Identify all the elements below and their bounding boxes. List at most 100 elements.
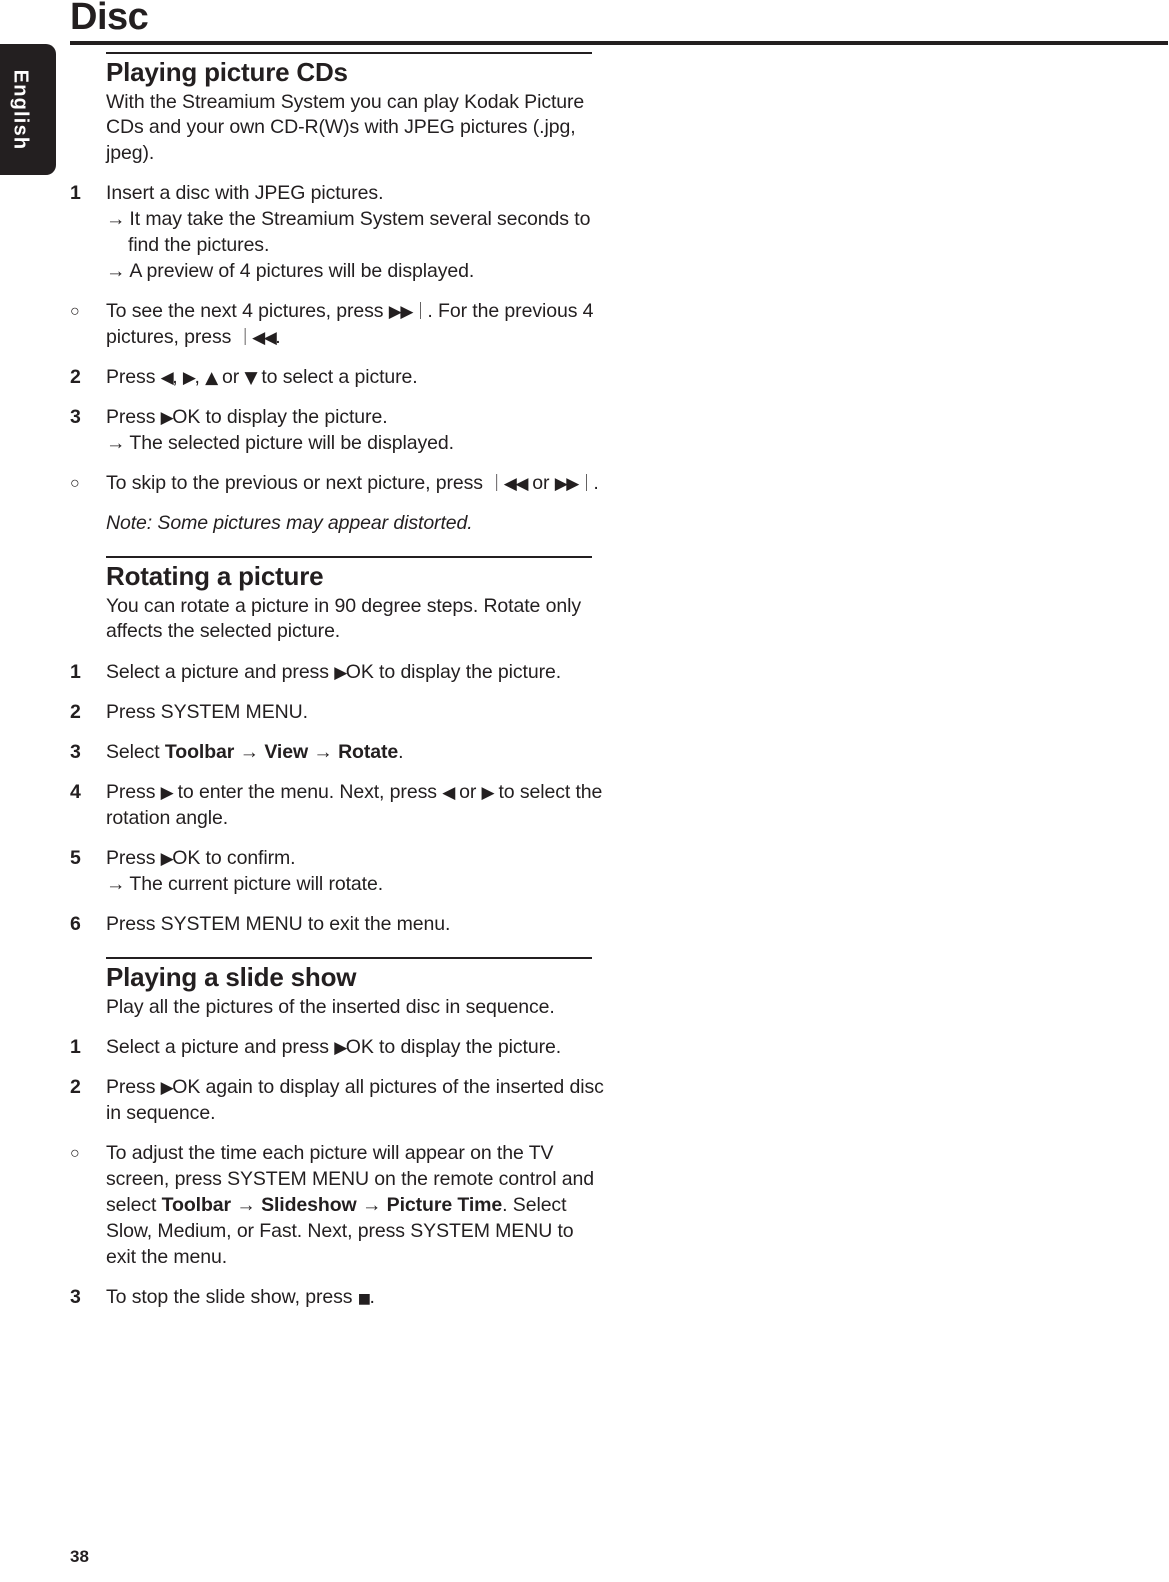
- text-run: OK again to display all pictures of the …: [106, 1076, 604, 1125]
- text-run: .: [369, 1286, 375, 1309]
- result-arrow-icon: →: [106, 260, 126, 283]
- step-text: To skip to the previous or next picture,…: [106, 470, 606, 496]
- text-run: to select a picture.: [256, 366, 418, 389]
- numbered-step: 1 Insert a disc with JPEG pictures. → It ma…: [0, 180, 1169, 284]
- text-run: OK to display the picture.: [345, 1036, 562, 1059]
- step-result: → A preview of 4 pictures will be display…: [106, 258, 606, 284]
- key-glyph: ▼: [244, 368, 257, 389]
- section-intro: Play all the pictures of the inserted di…: [106, 995, 555, 1018]
- step-number: 2: [70, 700, 81, 723]
- text-run: Press: [106, 846, 161, 869]
- step-text: Select Toolbar → View → Rotate.: [106, 739, 606, 765]
- step-text: To stop the slide show, press ■.: [106, 1284, 606, 1310]
- step-text: Press ▶ to enter the menu. Next, press ◀…: [106, 779, 606, 831]
- numbered-step: 3 Select Toolbar → View → Rotate.: [0, 739, 1169, 765]
- menu-item-name: Slideshow: [261, 1194, 357, 1217]
- text-run: Press: [106, 406, 161, 429]
- menu-path-arrow-icon: →: [234, 740, 265, 763]
- step-result: → It may take the Streamium System severa…: [106, 206, 606, 258]
- section-rule: [106, 556, 592, 559]
- text-run: ,: [172, 366, 183, 389]
- step-text: Press ▶OK to display the picture. → The se…: [106, 404, 606, 456]
- step-result: → The current picture will rotate.: [106, 871, 606, 897]
- text-run: or: [453, 780, 482, 803]
- numbered-step: 3 Press ▶OK to display the picture. → The s…: [0, 404, 1169, 456]
- page-number: 38: [70, 1547, 89, 1566]
- section-rule: [106, 52, 592, 54]
- key-glyph: ▶: [334, 1038, 347, 1059]
- section-heading: Playing a slide show: [106, 961, 357, 992]
- bullet-circle-icon: ○: [70, 475, 80, 493]
- key-glyph: ◀: [160, 368, 174, 389]
- key-glyph: ■: [357, 1291, 371, 1308]
- step-text: Insert a disc with JPEG pictures. → It may…: [106, 180, 606, 284]
- result-arrow-icon: →: [106, 208, 126, 231]
- key-glyph: ▶: [160, 1078, 174, 1099]
- step-number: 1: [70, 182, 81, 205]
- step-text: Select a picture and press ▶OK to displa…: [106, 1034, 606, 1060]
- text-run: Press SYSTEM MENU.: [106, 700, 308, 723]
- result-text: The current picture will rotate.: [129, 872, 384, 895]
- result-text: The selected picture will be displayed.: [129, 432, 454, 455]
- step-number: 2: [70, 1076, 81, 1099]
- key-glyph: ▶: [160, 408, 174, 429]
- key-glyph: ▶: [334, 662, 347, 683]
- step-number: 1: [70, 660, 81, 683]
- step-text: Note: Some pictures may appear distorted…: [106, 510, 606, 536]
- numbered-step: 3 To stop the slide show, press ■.: [0, 1284, 1169, 1310]
- text-run: Select: [106, 740, 165, 763]
- step-number: 5: [70, 846, 81, 869]
- text-run: Select a picture and press: [106, 1036, 335, 1059]
- menu-item-name: Picture Time: [386, 1194, 503, 1217]
- key-glyph: ｜◀◀: [236, 328, 277, 349]
- numbered-step: 6 Press SYSTEM MENU to exit the menu.: [0, 911, 1169, 937]
- menu-item-name: Toolbar: [164, 740, 235, 763]
- step-text: Select a picture and press ▶OK to displa…: [106, 659, 606, 685]
- menu-path-arrow-icon: →: [231, 1194, 262, 1217]
- content-column: Playing picture CDs With the Streamium Sy…: [0, 52, 1169, 1310]
- step-number: 1: [70, 1036, 81, 1059]
- step-text: Press SYSTEM MENU.: [106, 699, 606, 725]
- option-item: ○ To see the next 4 pictures, press ▶▶｜. …: [0, 298, 1169, 350]
- numbered-step: 2 Press ▶OK again to display all pictures…: [0, 1074, 1169, 1126]
- menu-item-name: Toolbar: [161, 1194, 232, 1217]
- result-arrow-icon: →: [106, 432, 126, 455]
- key-glyph: ▶▶｜: [388, 302, 429, 323]
- step-number: 3: [70, 406, 81, 429]
- key-glyph: ▲: [205, 368, 218, 389]
- numbered-step: 4 Press ▶ to enter the menu. Next, press …: [0, 779, 1169, 831]
- section-heading: Rotating a picture: [106, 561, 324, 592]
- key-glyph: ▶▶｜: [554, 474, 595, 495]
- section-heading: Playing picture CDs: [106, 57, 348, 87]
- key-glyph: ▶: [481, 782, 495, 803]
- step-number: 2: [70, 366, 81, 389]
- text-run: .: [275, 326, 281, 349]
- step-text: Press ▶OK again to display all pictures …: [106, 1074, 606, 1126]
- manual-section: Playing a slide show Play all the picture…: [0, 937, 1169, 1310]
- section-intro: You can rotate a picture in 90 degree st…: [106, 594, 581, 643]
- numbered-step: 1 Select a picture and press ▶OK to displ…: [0, 1034, 1169, 1060]
- key-glyph: ｜◀◀: [488, 474, 528, 495]
- text-run: Press: [106, 366, 161, 389]
- text-run: .: [593, 472, 599, 495]
- menu-item-name: Rotate: [338, 740, 399, 763]
- text-run: to enter the menu. Next, press: [172, 780, 443, 803]
- text-run: Select a picture and press: [106, 660, 335, 683]
- menu-path-arrow-icon: →: [356, 1194, 387, 1217]
- step-text: To adjust the time each picture will app…: [106, 1140, 606, 1270]
- text-run: Press SYSTEM MENU to exit the menu.: [106, 912, 451, 935]
- text-run: Insert a disc with JPEG pictures.: [106, 182, 384, 205]
- result-text: A preview of 4 pictures will be displaye…: [129, 260, 475, 283]
- text-run: To see the next 4 pictures, press: [106, 300, 389, 323]
- text-run: ,: [194, 366, 206, 389]
- numbered-step: 1 Select a picture and press ▶OK to displ…: [0, 659, 1169, 685]
- text-run: Press: [106, 1076, 161, 1099]
- step-number: 3: [70, 1286, 81, 1309]
- menu-path-arrow-icon: →: [308, 740, 339, 763]
- step-number: 6: [70, 912, 81, 935]
- text-run: To skip to the previous or next picture,…: [106, 472, 489, 495]
- numbered-step: 5 Press ▶OK to confirm. → The current pictu…: [0, 845, 1169, 897]
- note-item: Note: Some pictures may appear distorted…: [0, 510, 1169, 536]
- header-rule: [70, 41, 1168, 45]
